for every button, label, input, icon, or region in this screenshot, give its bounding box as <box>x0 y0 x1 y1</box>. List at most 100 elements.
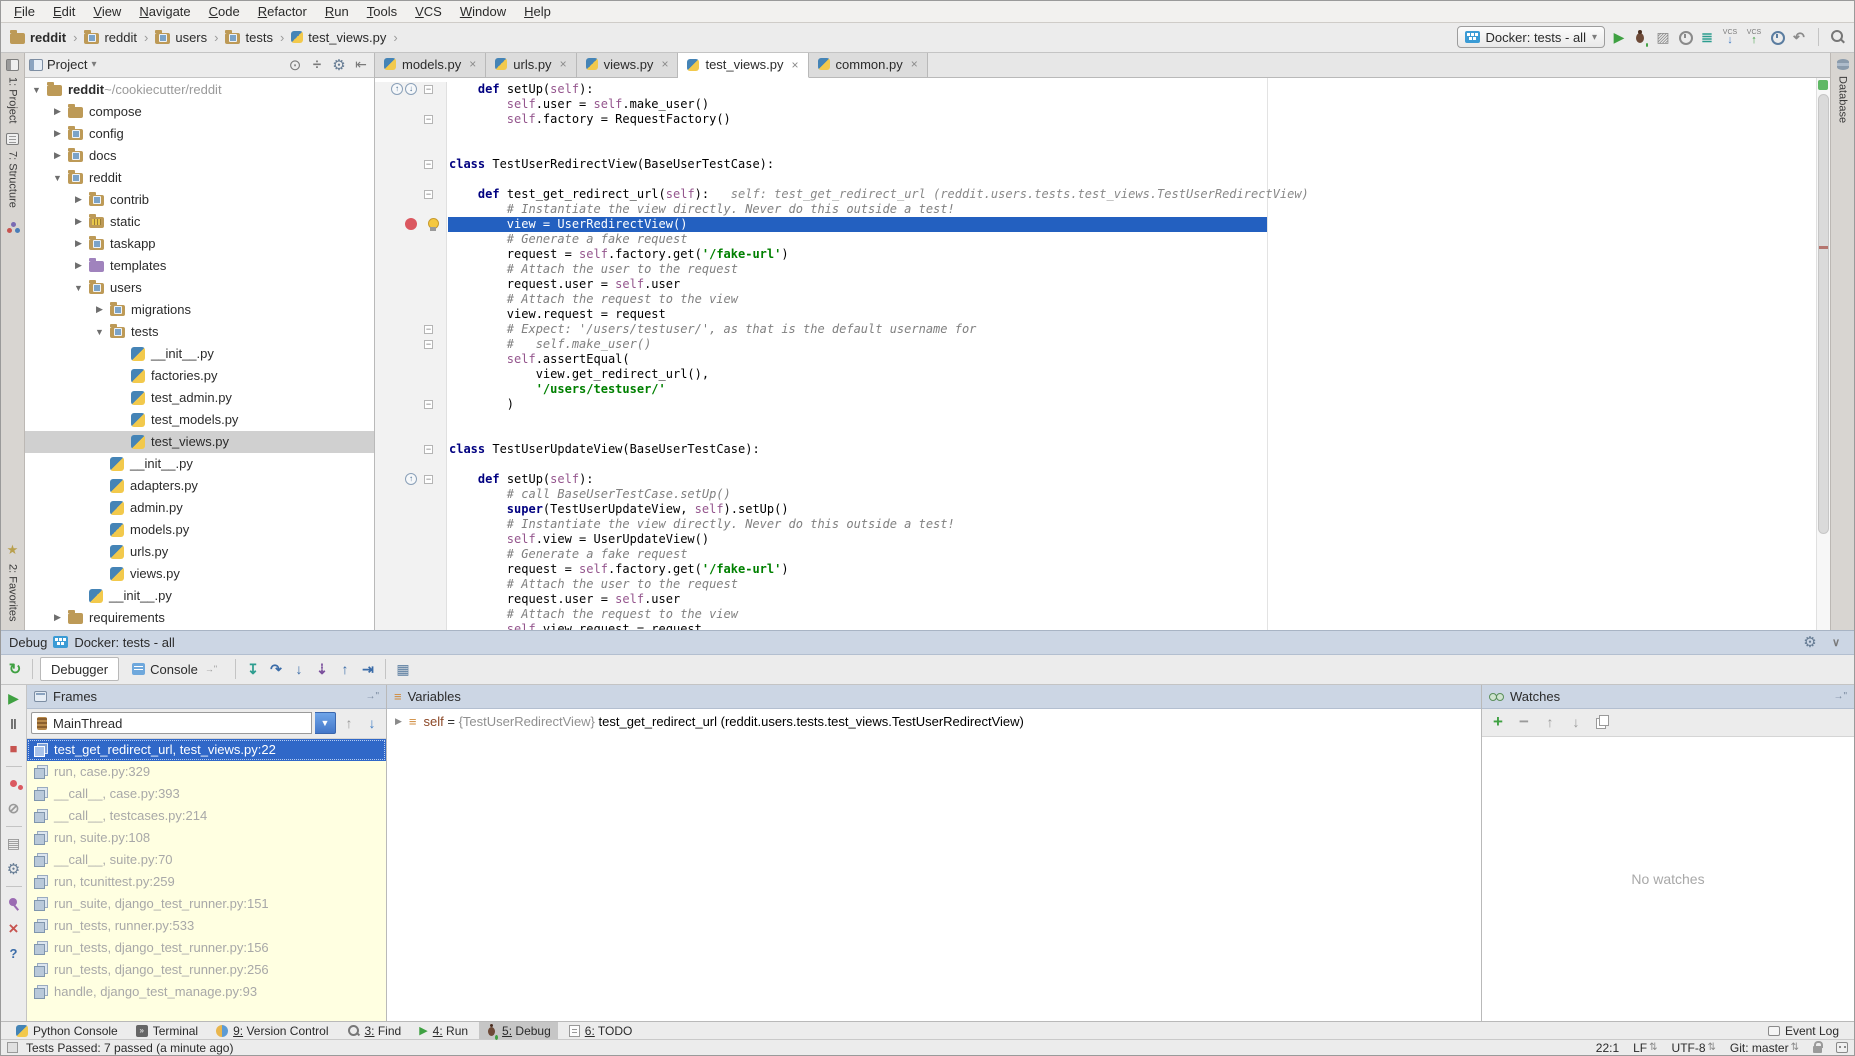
tree-expanded-arrow-icon[interactable]: ▼ <box>30 85 43 95</box>
stack-frame-row[interactable]: run, tcunittest.py:259 <box>27 871 386 893</box>
stack-frame-row[interactable]: __call__, testcases.py:214 <box>27 805 386 827</box>
gutter[interactable] <box>375 502 421 517</box>
stack-frame-row[interactable]: handle, django_test_manage.py:93 <box>27 981 386 1003</box>
expand-arrow-icon[interactable]: ▶ <box>395 716 402 727</box>
tree-collapsed-arrow-icon[interactable]: ▶ <box>72 238 85 249</box>
gutter[interactable] <box>375 157 421 172</box>
close-icon[interactable]: × <box>911 57 918 71</box>
gutter[interactable] <box>375 292 421 307</box>
lock-icon[interactable] <box>1813 1046 1822 1053</box>
tree-item-docs[interactable]: ▶docs <box>25 145 374 167</box>
stack-frame-row[interactable]: __call__, suite.py:70 <box>27 849 386 871</box>
tree-expanded-arrow-icon[interactable]: ▼ <box>72 283 85 293</box>
breadcrumb-item[interactable]: users <box>152 28 210 47</box>
fold-marker-icon[interactable]: − <box>424 445 433 454</box>
rerun-icon[interactable] <box>5 659 25 679</box>
thread-dropdown-button[interactable]: ▼ <box>315 712 336 734</box>
gutter[interactable] <box>375 217 421 232</box>
project-panel-title[interactable]: Project <box>47 57 87 72</box>
coverage-icon[interactable] <box>1653 27 1673 47</box>
run-icon[interactable] <box>1609 27 1629 47</box>
run-with-coverage-icon[interactable] <box>1697 27 1717 47</box>
tree-item-__init__.py[interactable]: __init__.py <box>25 343 374 365</box>
tab-views-py[interactable]: views.py× <box>577 53 679 77</box>
gutter[interactable] <box>375 262 421 277</box>
menu-item-refactor[interactable]: Refactor <box>249 1 316 22</box>
tree-item-test_models.py[interactable]: test_models.py <box>25 409 374 431</box>
menu-item-code[interactable]: Code <box>200 1 249 22</box>
locate-icon[interactable] <box>286 56 304 74</box>
previous-frame-icon[interactable] <box>339 713 359 733</box>
breadcrumb-item[interactable]: reddit <box>81 28 140 47</box>
git-branch-select[interactable]: Git: master⇅ <box>1730 1041 1799 1055</box>
tree-item-users[interactable]: ▼users <box>25 277 374 299</box>
run-to-cursor-icon[interactable] <box>358 659 378 679</box>
gutter[interactable] <box>375 142 421 157</box>
fold-marker-icon[interactable]: − <box>424 190 433 199</box>
tree-collapsed-arrow-icon[interactable]: ▶ <box>72 194 85 205</box>
tree-item-__init__.py[interactable]: __init__.py <box>25 453 374 475</box>
show-execution-point-icon[interactable] <box>243 659 263 679</box>
duplicate-icon[interactable] <box>1592 712 1612 732</box>
favorites-star-icon[interactable]: ★ <box>7 542 19 558</box>
float-panel-icon[interactable]: →" <box>365 691 379 702</box>
gutter[interactable] <box>375 112 421 127</box>
statusbar-button-python-console[interactable]: Python Console <box>9 1022 125 1039</box>
gutter[interactable]: ↑↓ <box>375 82 421 97</box>
gutter[interactable] <box>375 457 421 472</box>
settings-icon[interactable] <box>330 56 348 74</box>
tree-collapsed-arrow-icon[interactable]: ▶ <box>72 216 85 227</box>
vcs-commit-icon[interactable]: VCS↑ <box>1743 27 1765 47</box>
tree-item-views.py[interactable]: views.py <box>25 563 374 585</box>
tab-common-py[interactable]: common.py× <box>809 53 928 77</box>
editor-scrollbar[interactable] <box>1816 78 1830 630</box>
encoding-select[interactable]: UTF-8⇅ <box>1672 1041 1716 1055</box>
step-over-icon[interactable] <box>266 659 286 679</box>
tree-item-requirements[interactable]: ▶requirements <box>25 607 374 629</box>
gutter[interactable] <box>375 427 421 442</box>
tree-expanded-arrow-icon[interactable]: ▼ <box>51 173 64 183</box>
gutter[interactable] <box>375 172 421 187</box>
scopes-icon[interactable] <box>7 222 19 234</box>
resume-icon[interactable] <box>4 689 24 709</box>
gutter[interactable] <box>375 607 421 622</box>
gutter[interactable] <box>375 127 421 142</box>
caret-position[interactable]: 22:1 <box>1596 1041 1619 1055</box>
fold-marker-icon[interactable]: − <box>424 400 433 409</box>
stack-frame-row[interactable]: test_get_redirect_url, test_views.py:22 <box>27 739 386 761</box>
sidebar-item-favorites[interactable]: 2: Favorites <box>7 564 19 621</box>
gutter[interactable] <box>375 517 421 532</box>
close-icon[interactable]: × <box>560 57 567 71</box>
stack-frame-row[interactable]: run_tests, runner.py:533 <box>27 915 386 937</box>
stop-icon[interactable] <box>4 739 24 759</box>
line-separator-select[interactable]: LF⇅ <box>1633 1041 1657 1055</box>
menu-item-run[interactable]: Run <box>316 1 358 22</box>
search-everywhere-icon[interactable] <box>1828 27 1848 47</box>
statusbar-button-9-version-control[interactable]: 9: Version Control <box>209 1022 335 1039</box>
float-panel-icon[interactable]: →" <box>1833 691 1847 702</box>
profiler-icon[interactable] <box>1675 27 1695 47</box>
gutter[interactable] <box>375 307 421 322</box>
highlighting-level-icon[interactable] <box>1836 1042 1848 1053</box>
overriding-method-icon[interactable]: ↑ <box>405 473 417 485</box>
gutter[interactable] <box>375 352 421 367</box>
sidebar-item-project[interactable]: 1: Project <box>7 77 19 123</box>
view-breakpoints-icon[interactable] <box>4 774 24 794</box>
close-icon[interactable] <box>4 919 24 939</box>
tree-item-reddit[interactable]: ▼reddit <box>25 167 374 189</box>
sidebar-item-database[interactable]: Database <box>1837 76 1849 123</box>
step-out-icon[interactable] <box>335 659 355 679</box>
variable-row[interactable]: ▶ ≡ self = {TestUserRedirectView} test_g… <box>387 709 1481 734</box>
fold-marker-icon[interactable]: − <box>424 475 433 484</box>
pause-icon[interactable] <box>4 714 24 734</box>
tab-debugger[interactable]: Debugger <box>40 657 119 681</box>
breakpoint-icon[interactable] <box>405 218 417 230</box>
thread-select[interactable]: MainThread <box>31 712 312 734</box>
fold-marker-icon[interactable]: − <box>424 115 433 124</box>
help-icon[interactable] <box>4 944 24 964</box>
statusbar-button-5-debug[interactable]: 5: Debug <box>479 1022 558 1039</box>
stack-frame-row[interactable]: run_tests, django_test_runner.py:156 <box>27 937 386 959</box>
gutter[interactable] <box>375 577 421 592</box>
move-down-icon[interactable] <box>1566 712 1586 732</box>
stack-frame-row[interactable]: run, suite.py:108 <box>27 827 386 849</box>
